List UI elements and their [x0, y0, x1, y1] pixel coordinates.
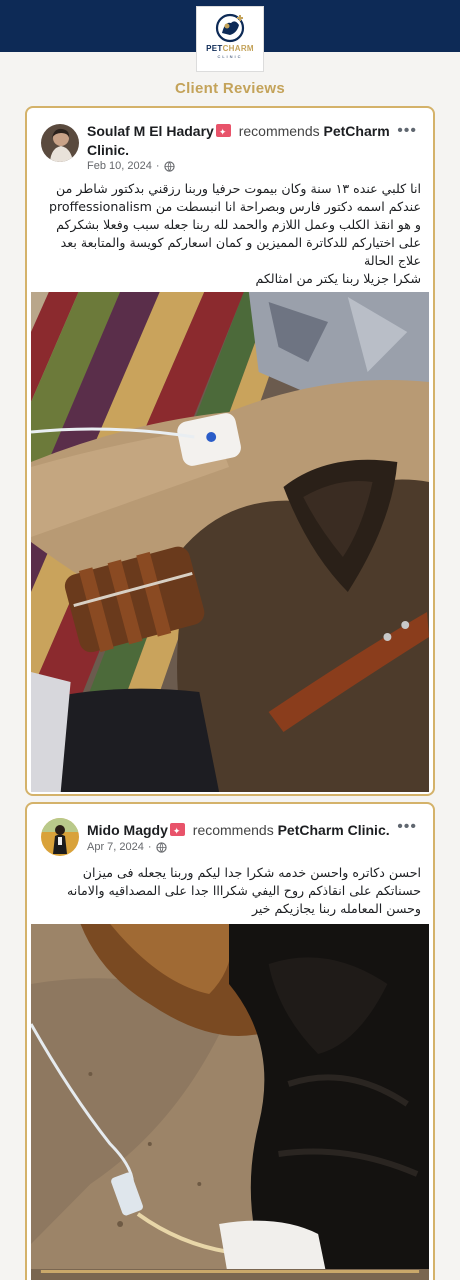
- post-meta: Feb 10, 2024 ·: [87, 160, 175, 172]
- post-date[interactable]: Feb 10, 2024: [87, 160, 152, 172]
- review-card: Mido Magdy recommends PetCharm Clinic. A…: [25, 802, 435, 1280]
- recommends-label: recommends: [238, 123, 320, 139]
- recommendation-badge-icon: [215, 123, 231, 142]
- review-line: احسن دكاتره واحسن خدمه شكرا جدا ليكم ورب…: [82, 865, 421, 880]
- review-line: على اختياركم للدكاترة المميزين و كمان اس…: [60, 235, 421, 250]
- clinic-logo[interactable]: PETCHARM CLINIC: [196, 6, 264, 72]
- dog-with-iv-drip-on-ground-photo[interactable]: [31, 924, 429, 1280]
- review-line: علاج الحالة: [363, 253, 421, 268]
- globe-icon: [155, 841, 167, 853]
- more-options-icon[interactable]: •••: [397, 122, 417, 140]
- review-line: حسناتكم على انقاذكم روح اليفي شكرااا جدا…: [66, 883, 421, 898]
- avatar[interactable]: [41, 818, 79, 856]
- review-line: عندكم اسمه دكتور فارس وبصراحة انا انبسطت…: [48, 199, 421, 214]
- meta-separator: ·: [155, 160, 160, 172]
- meta-separator: ·: [147, 841, 152, 853]
- logo-wordmark: PETCHARM: [206, 44, 254, 53]
- logo-subtitle: CLINIC: [217, 54, 243, 59]
- recommendation-badge-icon: [169, 822, 185, 841]
- recommends-label: recommends: [192, 822, 274, 838]
- author-name[interactable]: Mido Magdy: [87, 822, 168, 838]
- dog-with-iv-drip-on-rug-photo[interactable]: [31, 292, 429, 792]
- section-title: Client Reviews: [174, 80, 286, 97]
- review-text: احسن دكاتره واحسن خدمه شكرا جدا ليكم ورب…: [39, 864, 421, 918]
- globe-icon: [163, 160, 175, 172]
- pet-clinic-logo-icon: [215, 13, 245, 43]
- review-card: Soulaf M El Hadary recommends PetCharm C…: [25, 106, 435, 796]
- review-line: شكرا جزيلا ربنا يكتر من امثالكم: [255, 271, 421, 286]
- review-line: و هو انقذ الكلب وعمل اللازم والحمد لله ر…: [56, 217, 421, 232]
- more-options-icon[interactable]: •••: [397, 818, 417, 836]
- post-meta: Apr 7, 2024 ·: [87, 841, 167, 853]
- review-header: Soulaf M El Hadary recommends PetCharm C…: [87, 122, 393, 160]
- author-name[interactable]: Soulaf M El Hadary: [87, 123, 214, 139]
- avatar[interactable]: [41, 124, 79, 162]
- review-header: Mido Magdy recommends PetCharm Clinic.: [87, 821, 393, 841]
- review-line: انا كلبي عنده ١٣ سنة وكان بيموت حرفيا ور…: [56, 181, 421, 196]
- review-line: وحسن المعامله ربنا يجازيكم خير: [251, 901, 421, 916]
- page-name[interactable]: PetCharm Clinic.: [278, 822, 390, 838]
- post-date[interactable]: Apr 7, 2024: [87, 841, 144, 853]
- review-text: انا كلبي عنده ١٣ سنة وكان بيموت حرفيا ور…: [39, 180, 421, 288]
